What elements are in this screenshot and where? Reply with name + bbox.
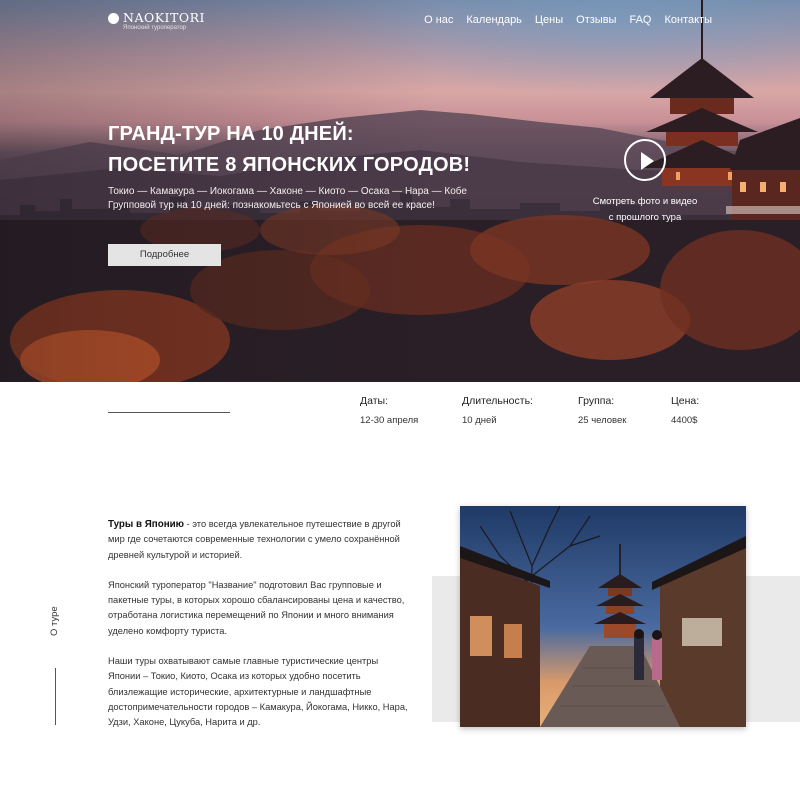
hero-route: Токио — Камакура — Иокогама — Хаконе — К… xyxy=(108,186,467,197)
play-icon xyxy=(641,152,654,170)
group-label: Группа: xyxy=(578,395,615,407)
hero-subtitle: Токио — Камакура — Иокогама — Хаконе — К… xyxy=(108,185,468,213)
about-heading: Туры в Японию xyxy=(108,519,184,530)
video-caption-line2: с прошлого тура xyxy=(608,212,682,223)
more-details-button[interactable]: Подробнее xyxy=(108,244,221,266)
nav-item-prices[interactable]: Цены xyxy=(535,14,563,26)
group-value: 25 человек xyxy=(578,415,627,426)
about-paragraph-3: Наши туры охватывают самые главные турис… xyxy=(108,656,408,728)
about-text: Туры в Японию - это всегда увлекательное… xyxy=(108,517,413,746)
hero-title-line1: ГРАНД-ТУР НА 10 ДНЕЙ: xyxy=(108,123,354,145)
nav-item-about[interactable]: О нас xyxy=(424,14,453,26)
hero-section: NAOKITORI Японский туроператор О нас Кал… xyxy=(0,0,800,382)
duration-value: 10 дней xyxy=(462,415,497,426)
main-nav: О нас Календарь Цены Отзывы FAQ Контакты xyxy=(424,14,712,26)
tour-group: Группа: 25 человек xyxy=(578,395,626,426)
logo-name: NAOKITORI xyxy=(123,10,205,25)
tour-dates: Даты: 12-30 апреля xyxy=(360,395,418,426)
tour-duration: Длительность: 10 дней xyxy=(462,395,533,426)
hero-title: ГРАНД-ТУР НА 10 ДНЕЙ: ПОСЕТИТЕ 8 ЯПОНСКИ… xyxy=(108,119,470,181)
logo-tagline: Японский туроператор xyxy=(123,25,187,31)
video-caption[interactable]: Смотреть фото и видео с прошлого тура xyxy=(585,194,705,226)
tour-price: Цена: 4400$ xyxy=(671,395,699,426)
section-divider xyxy=(108,412,230,413)
side-divider xyxy=(55,668,56,725)
nav-item-reviews[interactable]: Отзывы xyxy=(576,14,616,26)
dates-value: 12-30 апреля xyxy=(360,415,419,426)
play-video-button[interactable] xyxy=(624,139,666,181)
nav-item-calendar[interactable]: Календарь xyxy=(466,14,522,26)
hero-description: Групповой тур на 10 дней: познакомьтесь … xyxy=(108,200,435,211)
about-paragraph-2: Японский туроператор "Название" подготов… xyxy=(108,579,405,636)
price-label: Цена: xyxy=(671,395,700,407)
section-side-label: О туре xyxy=(49,606,60,636)
kyoto-street-illustration xyxy=(460,506,746,727)
nav-item-faq[interactable]: FAQ xyxy=(629,14,651,26)
price-value: 4400$ xyxy=(671,415,698,426)
nav-item-contacts[interactable]: Контакты xyxy=(664,14,712,26)
duration-label: Длительность: xyxy=(462,395,533,407)
kyoto-street-photo xyxy=(460,506,746,727)
dates-label: Даты: xyxy=(360,395,388,407)
about-paragraph-1: Туры в Японию - это всегда увлекательное… xyxy=(108,517,413,563)
hero-title-line2: ПОСЕТИТЕ 8 ЯПОНСКИХ ГОРОДОВ! xyxy=(108,154,471,176)
video-caption-line1: Смотреть фото и видео xyxy=(592,196,698,207)
logo-mark-icon xyxy=(108,13,119,24)
logo[interactable]: NAOKITORI Японский туроператор xyxy=(108,10,205,31)
